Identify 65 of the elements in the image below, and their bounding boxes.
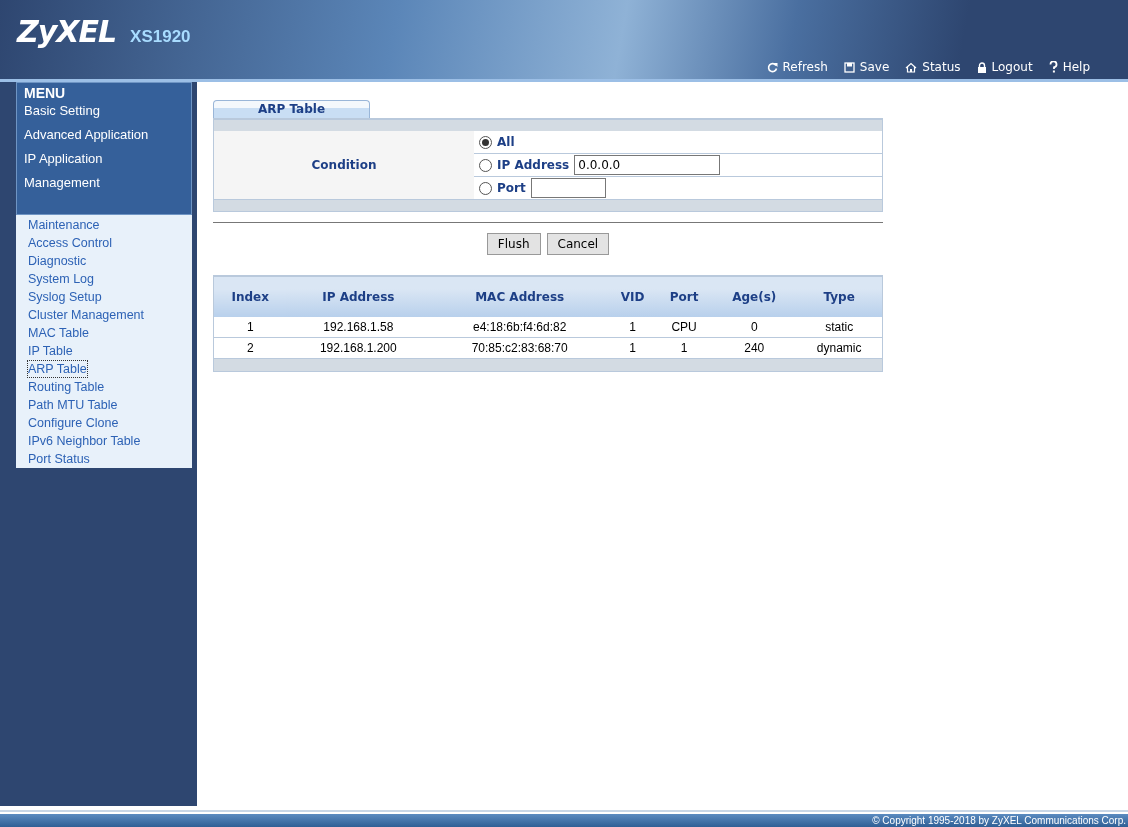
column-header: Age(s) bbox=[712, 276, 797, 317]
submenu-item[interactable]: Routing Table bbox=[28, 378, 105, 396]
submenu-item[interactable]: System Log bbox=[28, 270, 94, 288]
radio-button[interactable] bbox=[479, 181, 492, 195]
menu-section[interactable]: Advanced Application bbox=[24, 125, 184, 149]
submenu-item[interactable]: Cluster Management bbox=[28, 306, 145, 324]
tab[interactable]: ARP Table bbox=[213, 100, 370, 118]
submenu-item[interactable]: ARP Table bbox=[28, 361, 87, 377]
submenu-item[interactable]: IP Table bbox=[28, 342, 73, 360]
lock-icon bbox=[976, 61, 987, 73]
submenu-item[interactable]: Port Status bbox=[28, 450, 90, 468]
refresh-icon bbox=[766, 61, 778, 73]
header-link[interactable]: Help bbox=[1048, 60, 1090, 74]
column-header: Index bbox=[213, 276, 287, 317]
table-cell: 1 bbox=[213, 317, 287, 338]
column-header: Port bbox=[656, 276, 713, 317]
table-cell: 70:85:c2:83:68:70 bbox=[430, 337, 610, 359]
table-cell: 2 bbox=[213, 337, 287, 359]
table-cell: 0 bbox=[712, 317, 797, 338]
home-icon bbox=[905, 61, 918, 73]
radio-button[interactable] bbox=[479, 135, 492, 149]
action-button[interactable]: Flush bbox=[486, 233, 541, 255]
radio-button[interactable] bbox=[479, 158, 492, 172]
condition-label: Condition bbox=[310, 157, 378, 174]
action-button[interactable]: Cancel bbox=[546, 233, 610, 255]
submenu-item[interactable]: Configure Clone bbox=[28, 414, 119, 432]
input-field[interactable]: 0.0.0.0 bbox=[574, 155, 721, 175]
help-icon bbox=[1048, 61, 1058, 73]
submenu-item[interactable]: IPv6 Neighbor Table bbox=[28, 432, 141, 450]
table-cell: 1 bbox=[609, 337, 657, 359]
menu-section[interactable]: IP Application bbox=[24, 149, 184, 173]
table-cell: CPU bbox=[656, 317, 713, 338]
option-label: Port bbox=[497, 181, 526, 195]
option-label: All bbox=[497, 135, 515, 149]
header-link[interactable]: Logout bbox=[976, 60, 1033, 74]
submenu-item[interactable]: Maintenance bbox=[28, 216, 100, 234]
model-name: XS1920 bbox=[130, 27, 191, 47]
column-header: IP Address bbox=[286, 276, 431, 317]
submenu-item[interactable]: MAC Table bbox=[28, 324, 89, 342]
menu-title: MENU bbox=[24, 85, 67, 101]
table-cell: 192.168.1.200 bbox=[286, 337, 431, 359]
table-cell: 192.168.1.58 bbox=[286, 317, 431, 338]
submenu-item[interactable]: Syslog Setup bbox=[28, 288, 102, 306]
copyright-text: © Copyright 1995-2018 by ZyXEL Communications Corp. bbox=[872, 814, 1126, 827]
menu-section[interactable]: Management bbox=[24, 173, 184, 197]
table-cell: dynamic bbox=[796, 337, 883, 359]
table-cell: static bbox=[796, 317, 883, 338]
submenu-item[interactable]: Diagnostic bbox=[28, 252, 87, 270]
table-cell: 1 bbox=[609, 317, 657, 338]
header-link[interactable]: Status bbox=[905, 60, 961, 74]
menu-section[interactable]: Basic Setting bbox=[24, 101, 184, 125]
logo: ZyXEL bbox=[17, 14, 117, 49]
submenu-item[interactable]: Path MTU Table bbox=[28, 396, 118, 414]
column-header: MAC Address bbox=[430, 276, 610, 317]
table-cell: 1 bbox=[656, 337, 713, 359]
save-icon bbox=[843, 61, 855, 73]
submenu-item[interactable]: Access Control bbox=[28, 234, 113, 252]
input-field[interactable] bbox=[530, 178, 606, 198]
table-cell: e4:18:6b:f4:6d:82 bbox=[430, 317, 610, 338]
table-cell: 240 bbox=[712, 337, 797, 359]
header-link[interactable]: Refresh bbox=[766, 60, 828, 74]
header-link[interactable]: Save bbox=[843, 60, 890, 74]
column-header: Type bbox=[796, 276, 883, 317]
option-label: IP Address bbox=[497, 158, 570, 172]
column-header: VID bbox=[609, 276, 657, 317]
